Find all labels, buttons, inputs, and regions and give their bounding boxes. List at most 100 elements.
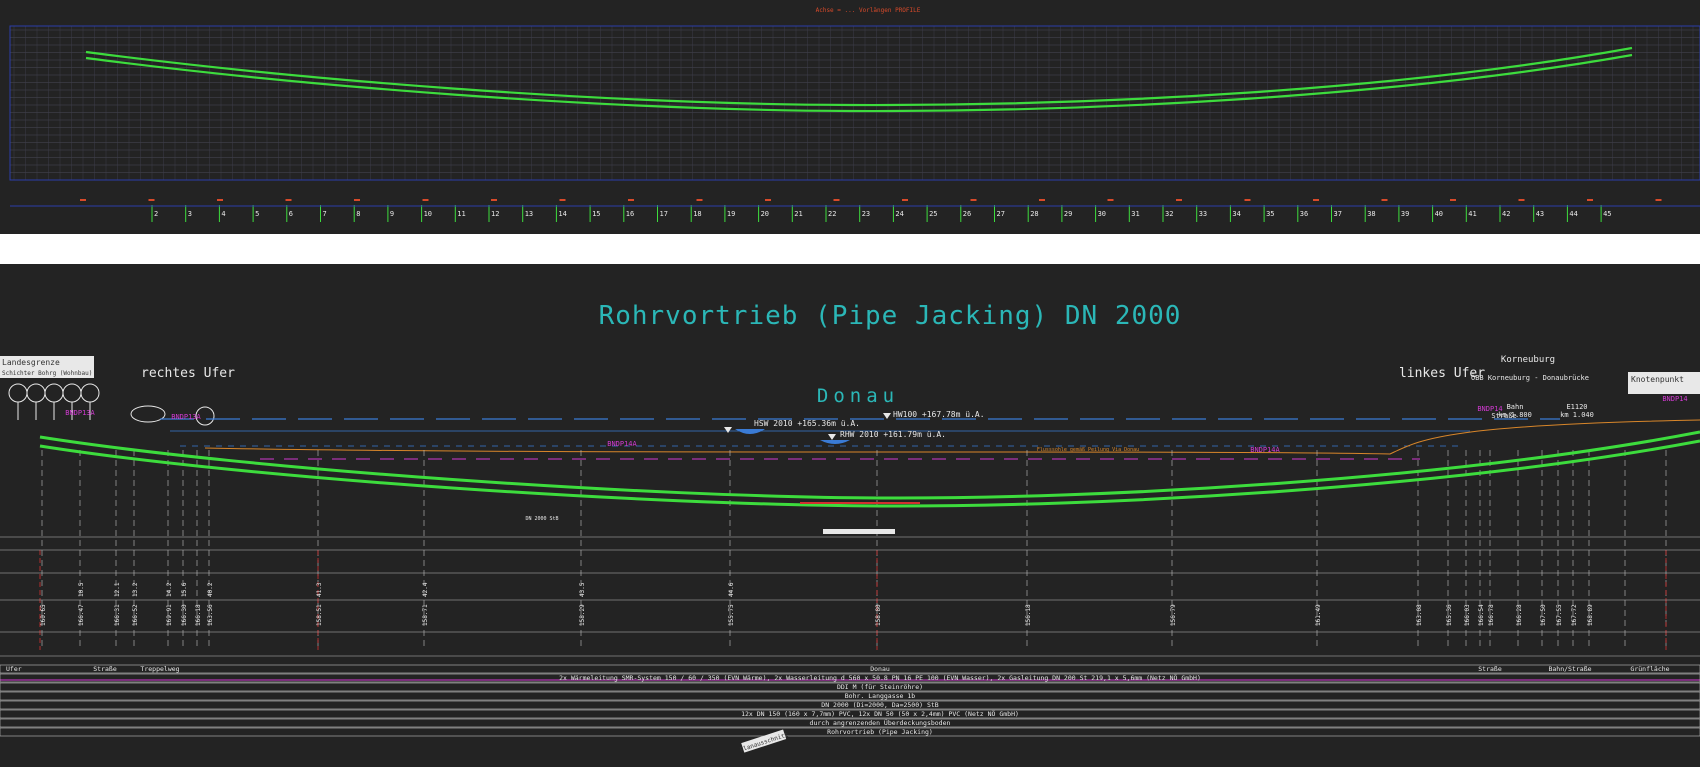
pipe-lower-line bbox=[39, 439, 1700, 508]
station-number: 18 bbox=[693, 210, 701, 218]
elevation-label-top: 41.3 bbox=[316, 582, 323, 597]
profile-drawing: Achse = ... Vorlängen PROFILE 2 3 4 5 6 7 8 9 10… bbox=[0, 7, 1700, 754]
elevation-label-top: 40.2 bbox=[207, 582, 214, 597]
station-number: 13 bbox=[525, 210, 533, 218]
bndp-label-5: BNDP14 bbox=[1477, 405, 1502, 413]
river-label: Donau bbox=[817, 385, 899, 407]
overview-pipe-lower bbox=[85, 53, 1633, 113]
elevation-label-bottom: 168.89 bbox=[1587, 604, 1594, 626]
station-red-mark bbox=[1107, 199, 1114, 201]
strip-row-4: DN 2000 (Di=2000, Da=2500) StB bbox=[821, 701, 938, 709]
station-red-mark bbox=[422, 199, 429, 201]
elevation-label-bottom: 167.50 bbox=[1540, 604, 1547, 626]
station-red-mark bbox=[902, 199, 908, 201]
longitudinal-section: Rohrvortrieb (Pipe Jacking) DN 2000 Dona… bbox=[0, 301, 1700, 754]
water-symbol-1 bbox=[735, 429, 765, 434]
bahn-label: Bahn bbox=[1507, 403, 1524, 411]
station-number: 20 bbox=[761, 210, 769, 218]
station-red-mark bbox=[1381, 199, 1388, 201]
station-number: 25 bbox=[929, 210, 937, 218]
station-number: 27 bbox=[997, 210, 1005, 218]
station-number: 24 bbox=[895, 210, 903, 218]
bndp-label-3: BNDP14A bbox=[607, 440, 637, 448]
station-red-mark bbox=[833, 199, 840, 201]
dn-note: DN 2000 StB bbox=[525, 516, 558, 522]
station-red-mark bbox=[1587, 199, 1593, 201]
hw100-label: HW100 +167.78m ü.A. bbox=[893, 410, 985, 419]
strip-row-zones: Ufer Straße Treppelweg Donau Straße Bahn/Stra… bbox=[6, 665, 1670, 673]
elevation-label-bottom: 166.78 bbox=[1488, 604, 1495, 626]
station-number: 35 bbox=[1266, 210, 1274, 218]
station-number: 2 bbox=[154, 210, 158, 218]
strip-zone-label: Ufer bbox=[6, 665, 22, 673]
station-number: 22 bbox=[828, 210, 836, 218]
station-number: 16 bbox=[626, 210, 634, 218]
elevation-label-bottom: 166.30 bbox=[181, 604, 188, 626]
riverbed-line bbox=[204, 419, 1700, 455]
elevation-label-top: 43.5 bbox=[579, 582, 586, 597]
elevation-label-top: 15.6 bbox=[181, 582, 188, 597]
station-red-mark bbox=[1518, 199, 1525, 201]
strip-zone-label: Grünfläche bbox=[1630, 665, 1669, 673]
elevation-label-bottom: 167.55 bbox=[1556, 604, 1563, 626]
station-red-mark bbox=[148, 199, 155, 201]
elevation-label-bottom: 167.72 bbox=[1571, 604, 1578, 626]
station-red-mark bbox=[1244, 199, 1251, 201]
strip-row-5: 12x DN 150 (160 x 7,7mm) PVC, 12x DN 50 … bbox=[741, 709, 1019, 718]
korneuburg-label: Korneuburg bbox=[1501, 355, 1555, 365]
elevation-label-top: 14.2 bbox=[166, 582, 173, 597]
station-number: 7 bbox=[323, 210, 327, 218]
elevation-label-top: 10.5 bbox=[78, 582, 85, 597]
strip-row-1: 2x Wärmeleitung SMR-System 150 / 60 / 35… bbox=[559, 673, 1201, 682]
strip-zone-label: Bahn/Straße bbox=[1548, 665, 1591, 673]
station-number: 23 bbox=[862, 210, 870, 218]
elevation-label-bottom: 160.65 bbox=[40, 604, 47, 626]
station-number: 5 bbox=[255, 210, 259, 218]
elevation-label-bottom: 166.03 bbox=[1464, 604, 1471, 626]
elevation-label-bottom: 166.54 bbox=[1478, 604, 1485, 626]
station-number: 33 bbox=[1199, 210, 1207, 218]
separator-band bbox=[0, 234, 1700, 264]
strip-zone-label: Donau bbox=[870, 665, 890, 673]
station-red-mark bbox=[491, 199, 497, 201]
station-number: 39 bbox=[1401, 210, 1409, 218]
station-number: 41 bbox=[1468, 210, 1476, 218]
elevation-label-top: 44.6 bbox=[728, 582, 735, 597]
station-number: 26 bbox=[963, 210, 971, 218]
elevation-labels: 160.65 166.47 166.31 166.52 169.91 166.30 166.… bbox=[40, 582, 1594, 626]
station-number: 29 bbox=[1064, 210, 1072, 218]
left-info-box-sub: Schichter Bohrg (Wohnbau) bbox=[2, 370, 92, 377]
station-red-mark bbox=[765, 199, 771, 201]
station-number: 30 bbox=[1098, 210, 1106, 218]
section-title: Rohrvortrieb (Pipe Jacking) DN 2000 bbox=[599, 301, 1182, 331]
overview-profile-panel: Achse = ... Vorlängen PROFILE 2 3 4 5 6 7 8 9 10… bbox=[9, 7, 1700, 222]
elevation-label-bottom: 166.47 bbox=[78, 604, 85, 626]
station-number: 31 bbox=[1131, 210, 1139, 218]
station-number: 45 bbox=[1603, 210, 1611, 218]
station-number: 44 bbox=[1569, 210, 1577, 218]
km2-label: km 1.040 bbox=[1560, 411, 1594, 419]
station-red-mark bbox=[696, 199, 703, 201]
left-info-box-title: Landesgrenze bbox=[2, 358, 60, 367]
elevation-label-bottom: 163.08 bbox=[1416, 604, 1423, 626]
station-number: 12 bbox=[491, 210, 499, 218]
station-number: 38 bbox=[1367, 210, 1375, 218]
scale-bar bbox=[823, 529, 895, 534]
rotated-note: Planausschnitt bbox=[739, 729, 790, 754]
station-red-mark bbox=[628, 199, 634, 201]
station-number: 4 bbox=[221, 210, 225, 218]
station-red-mark bbox=[1450, 199, 1456, 201]
station-number: 34 bbox=[1232, 210, 1240, 218]
overview-grid bbox=[10, 26, 1700, 180]
right-bank-label: rechtes Ufer bbox=[141, 366, 235, 381]
strip-row-3: Bohr. Langgasse 1b bbox=[845, 692, 916, 700]
overview-pipe-upper bbox=[85, 46, 1633, 107]
station-number: 28 bbox=[1030, 210, 1038, 218]
station-markers: 2 3 4 5 6 7 8 9 10 11 12 13 14 15 16 17 18 19 20 21 22 23 24 25… bbox=[80, 199, 1662, 222]
water-symbol-2 bbox=[820, 440, 850, 444]
overview-header: Achse = ... Vorlängen PROFILE bbox=[816, 7, 921, 14]
station-red-mark bbox=[1313, 199, 1319, 201]
station-red-mark bbox=[80, 199, 86, 201]
bndp-label-2: BNDP13A bbox=[171, 413, 201, 421]
station-red-mark bbox=[217, 199, 223, 201]
